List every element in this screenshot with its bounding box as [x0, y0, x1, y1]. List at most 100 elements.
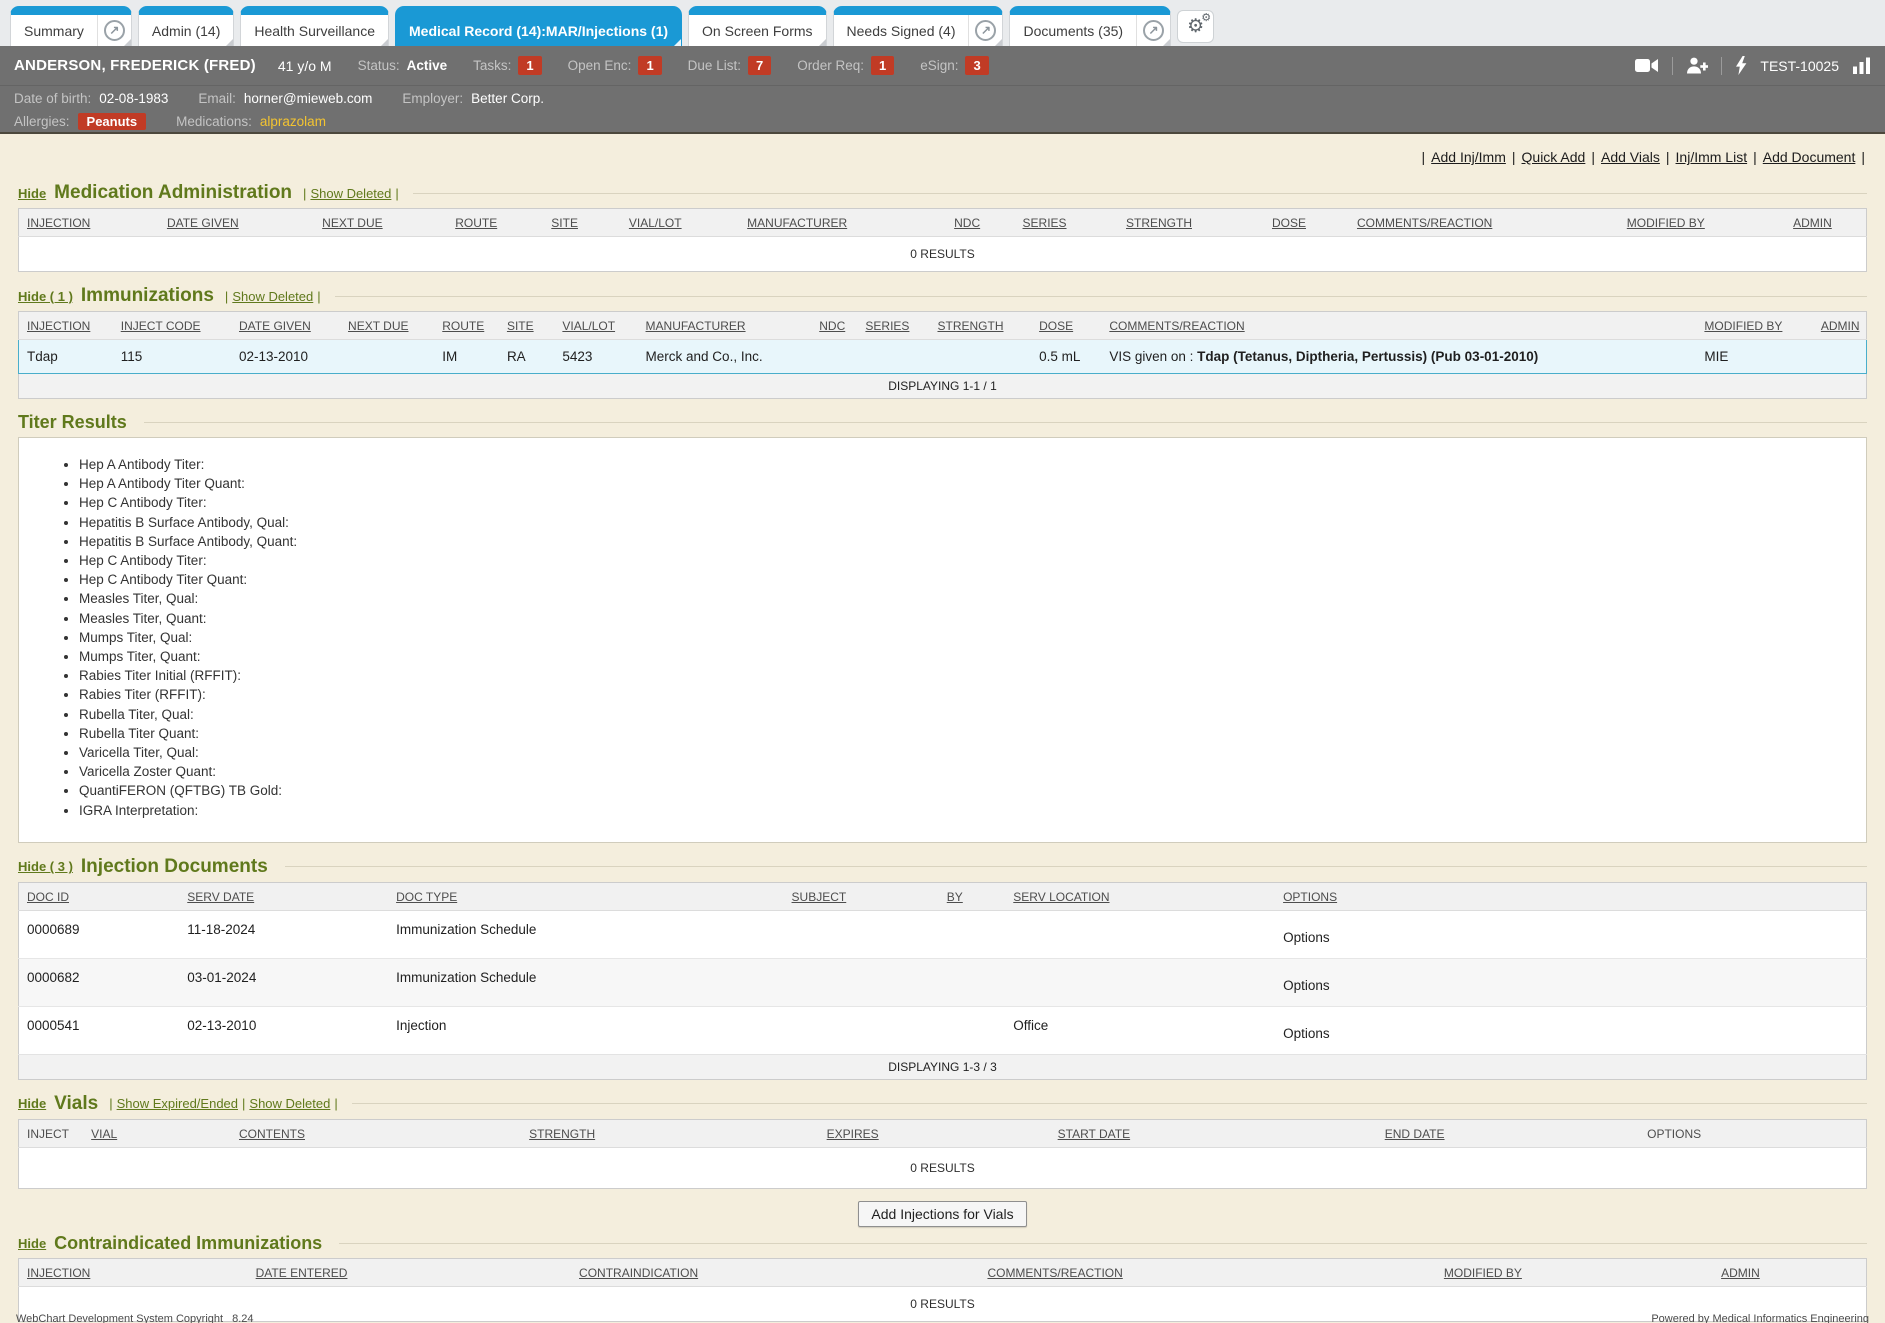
col-admin[interactable]: ADMIN — [1785, 209, 1866, 237]
document-row[interactable]: 0000682 03-01-2024 Immunization Schedule… — [19, 958, 1867, 1006]
popout-icon[interactable]: ↗ — [1136, 15, 1170, 46]
chart-icon[interactable] — [1852, 57, 1871, 74]
options-link[interactable]: Options — [1275, 910, 1866, 958]
medication-link[interactable]: alprazolam — [260, 114, 326, 129]
col-vial-lot[interactable]: VIAL/LOT — [554, 312, 637, 340]
show-deleted-link[interactable]: Show Deleted — [232, 289, 313, 304]
lightning-icon[interactable] — [1735, 56, 1747, 75]
popout-icon[interactable]: ↗ — [968, 15, 1002, 46]
tab-summary-label[interactable]: Summary — [11, 23, 97, 39]
hide-link[interactable]: Hide ( 3 ) — [18, 859, 73, 874]
tab-on-screen-forms-label[interactable]: On Screen Forms — [689, 23, 825, 39]
col-next-due[interactable]: NEXT DUE — [314, 209, 447, 237]
tasks-badge[interactable]: 1 — [518, 56, 541, 75]
settings-button[interactable]: ⚙⚙ — [1177, 10, 1214, 43]
col-serv-location[interactable]: SERV LOCATION — [1005, 882, 1275, 910]
col-next-due[interactable]: NEXT DUE — [340, 312, 434, 340]
col-by[interactable]: BY — [939, 882, 1006, 910]
col-admin[interactable]: ADMIN — [1813, 312, 1867, 340]
show-deleted-link[interactable]: Show Deleted — [310, 186, 391, 201]
tab-admin-label[interactable]: Admin (14) — [139, 23, 233, 39]
col-ndc[interactable]: NDC — [811, 312, 857, 340]
add-inj-imm-link[interactable]: Add Inj/Imm — [1431, 149, 1506, 165]
col-contents[interactable]: CONTENTS — [231, 1119, 521, 1147]
col-route[interactable]: ROUTE — [434, 312, 499, 340]
col-date-entered[interactable]: DATE ENTERED — [248, 1258, 571, 1286]
col-injection[interactable]: INJECTION — [19, 312, 113, 340]
col-start-date[interactable]: START DATE — [1050, 1119, 1377, 1147]
hide-link[interactable]: Hide — [18, 186, 46, 201]
show-expired-link[interactable]: Show Expired/Ended — [117, 1096, 238, 1111]
inj-imm-list-link[interactable]: Inj/Imm List — [1676, 149, 1748, 165]
col-series[interactable]: SERIES — [1015, 209, 1118, 237]
tab-documents[interactable]: Documents (35) ↗ — [1009, 6, 1171, 46]
col-date-given[interactable]: DATE GIVEN — [231, 312, 340, 340]
col-admin[interactable]: ADMIN — [1713, 1258, 1866, 1286]
tab-needs-signed-label[interactable]: Needs Signed (4) — [834, 23, 969, 39]
col-series[interactable]: SERIES — [857, 312, 929, 340]
col-modified-by[interactable]: MODIFIED BY — [1436, 1258, 1713, 1286]
tab-health-surveillance-label[interactable]: Health Surveillance — [241, 23, 388, 39]
document-row[interactable]: 0000689 11-18-2024 Immunization Schedule… — [19, 910, 1867, 958]
col-site[interactable]: SITE — [499, 312, 554, 340]
tab-admin[interactable]: Admin (14) — [138, 6, 234, 46]
col-modified-by[interactable]: MODIFIED BY — [1619, 209, 1785, 237]
allergy-badge[interactable]: Peanuts — [78, 113, 147, 130]
add-document-link[interactable]: Add Document — [1763, 149, 1856, 165]
col-comments[interactable]: COMMENTS/REACTION — [1101, 312, 1696, 340]
col-subject[interactable]: SUBJECT — [784, 882, 939, 910]
immunization-row[interactable]: Tdap 115 02-13-2010 IM RA 5423 Merck and… — [19, 340, 1867, 374]
col-dose[interactable]: DOSE — [1031, 312, 1101, 340]
col-site[interactable]: SITE — [543, 209, 621, 237]
col-strength[interactable]: STRENGTH — [1118, 209, 1264, 237]
tab-documents-label[interactable]: Documents (35) — [1010, 23, 1136, 39]
tab-medical-record-label[interactable]: Medical Record (14):MAR/Injections (1) — [396, 23, 681, 39]
add-person-icon[interactable] — [1686, 57, 1708, 74]
quick-add-link[interactable]: Quick Add — [1522, 149, 1586, 165]
col-strength[interactable]: STRENGTH — [521, 1119, 819, 1147]
tab-needs-signed[interactable]: Needs Signed (4) ↗ — [833, 6, 1004, 46]
options-link[interactable]: Options — [1275, 958, 1866, 1006]
col-expires[interactable]: EXPIRES — [819, 1119, 1050, 1147]
col-dose[interactable]: DOSE — [1264, 209, 1349, 237]
col-date-given[interactable]: DATE GIVEN — [159, 209, 314, 237]
col-modified-by[interactable]: MODIFIED BY — [1696, 312, 1812, 340]
video-call-icon[interactable] — [1635, 58, 1659, 73]
section-medication-administration: Hide Medication Administration | Show De… — [18, 182, 1867, 272]
col-route[interactable]: ROUTE — [447, 209, 543, 237]
col-inject-code[interactable]: INJECT CODE — [113, 312, 231, 340]
tab-medical-record[interactable]: Medical Record (14):MAR/Injections (1) — [395, 6, 682, 46]
options-link[interactable]: Options — [1275, 1006, 1866, 1054]
col-end-date[interactable]: END DATE — [1377, 1119, 1639, 1147]
col-contraindication[interactable]: CONTRAINDICATION — [571, 1258, 979, 1286]
add-vials-link[interactable]: Add Vials — [1601, 149, 1660, 165]
col-vial[interactable]: VIAL — [83, 1119, 231, 1147]
col-injection[interactable]: INJECTION — [19, 209, 159, 237]
col-options[interactable]: OPTIONS — [1275, 882, 1866, 910]
tab-on-screen-forms[interactable]: On Screen Forms — [688, 6, 826, 46]
show-deleted-link[interactable]: Show Deleted — [249, 1096, 330, 1111]
document-row[interactable]: 0000541 02-13-2010 Injection Office Opti… — [19, 1006, 1867, 1054]
col-strength[interactable]: STRENGTH — [929, 312, 1031, 340]
tab-health-surveillance[interactable]: Health Surveillance — [240, 6, 389, 46]
col-comments[interactable]: COMMENTS/REACTION — [979, 1258, 1435, 1286]
col-serv-date[interactable]: SERV DATE — [179, 882, 388, 910]
hide-link[interactable]: Hide — [18, 1096, 46, 1111]
col-manufacturer[interactable]: MANUFACTURER — [739, 209, 946, 237]
due-list-badge[interactable]: 7 — [748, 56, 771, 75]
col-ndc[interactable]: NDC — [946, 209, 1014, 237]
col-doc-id[interactable]: DOC ID — [19, 882, 180, 910]
hide-link[interactable]: Hide ( 1 ) — [18, 289, 73, 304]
col-comments[interactable]: COMMENTS/REACTION — [1349, 209, 1619, 237]
add-injections-for-vials-button[interactable]: Add Injections for Vials — [858, 1201, 1026, 1227]
order-req-badge[interactable]: 1 — [871, 56, 894, 75]
hide-link[interactable]: Hide — [18, 1236, 46, 1251]
popout-icon[interactable]: ↗ — [97, 15, 131, 46]
esign-badge[interactable]: 3 — [965, 56, 988, 75]
tab-summary[interactable]: Summary ↗ — [10, 6, 132, 46]
col-vial-lot[interactable]: VIAL/LOT — [621, 209, 739, 237]
open-enc-badge[interactable]: 1 — [638, 56, 661, 75]
col-injection[interactable]: INJECTION — [19, 1258, 248, 1286]
col-doc-type[interactable]: DOC TYPE — [388, 882, 783, 910]
col-manufacturer[interactable]: MANUFACTURER — [638, 312, 812, 340]
